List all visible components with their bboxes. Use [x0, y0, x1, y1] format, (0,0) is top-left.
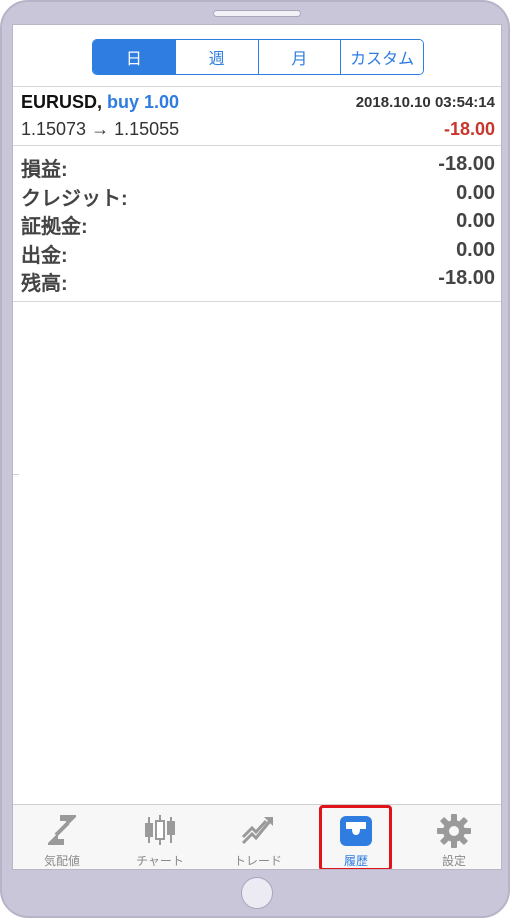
summary-label: 証拠金: [21, 216, 88, 238]
quotes-icon [48, 815, 76, 845]
divider [13, 145, 501, 146]
trade-icon [241, 817, 273, 845]
trade-row[interactable]: EURUSD, buy 1.00 2018.10.10 03:54:14 1.1… [13, 87, 501, 145]
nav-trade[interactable]: トレード [209, 805, 307, 869]
tab-day[interactable]: 日 [93, 40, 176, 74]
summary-value: 0.00 [456, 181, 495, 204]
summary-row-withdrawal: 出金: 0.00 [13, 237, 501, 267]
tab-month[interactable]: 月 [258, 40, 342, 74]
tab-custom[interactable]: カスタム [341, 40, 423, 74]
summary-row-credit: クレジット: 0.00 [13, 180, 501, 210]
nav-label: 設定 [441, 854, 466, 868]
summary-label: 損益: [21, 159, 68, 181]
nav-label: 気配値 [43, 854, 80, 868]
trade-symbol-line: EURUSD, buy 1.00 [21, 92, 179, 113]
summary-label: クレジット: [21, 187, 128, 210]
edge-mark [13, 474, 19, 475]
trade-profit: -18.00 [443, 119, 495, 139]
trade-timestamp: 2018.10.10 03:54:14 [355, 94, 495, 111]
nav-settings[interactable]: 設定 [405, 805, 501, 869]
summary-value: 0.00 [456, 238, 495, 261]
tab-week[interactable]: 週 [175, 40, 259, 74]
home-button[interactable] [241, 877, 273, 909]
nav-history[interactable]: 履歴 [307, 805, 405, 869]
summary-value: 0.00 [456, 210, 495, 232]
nav-chart[interactable]: チャート [111, 805, 209, 869]
speaker-slot [213, 10, 301, 17]
trade-side: buy 1.00 [107, 92, 180, 112]
summary-value: -18.00 [438, 267, 495, 289]
bottom-nav: 気配値 チャート トレード 履歴 設定 [13, 804, 501, 869]
nav-label: トレード [233, 854, 282, 868]
summary-value: -18.00 [438, 153, 495, 175]
summary-row-balance: 残高: -18.00 [13, 265, 501, 295]
summary-label: 残高: [21, 273, 68, 295]
trade-symbol: EURUSD, [21, 92, 103, 112]
summary-list: 損益: -18.00 クレジット: 0.00 証拠金: 0.00 出金: 0.0… [13, 151, 501, 295]
nav-quotes[interactable]: 気配値 [13, 805, 111, 869]
nav-label: チャート [136, 854, 184, 868]
gear-icon [437, 814, 471, 848]
summary-row-profit: 損益: -18.00 [13, 151, 501, 181]
period-segmented-control: 日 週 月 カスタム [92, 39, 424, 75]
summary-label: 出金: [21, 244, 68, 267]
summary-row-deposit: 証拠金: 0.00 [13, 208, 501, 238]
app-screen: 日 週 月 カスタム EURUSD, buy 1.00 2018.10.10 0… [12, 24, 502, 870]
phone-frame: 日 週 月 カスタム EURUSD, buy 1.00 2018.10.10 0… [0, 0, 510, 918]
trade-prices: 1.15073 → 1.15055 [21, 119, 180, 139]
divider [13, 301, 501, 302]
history-icon [340, 816, 372, 846]
chart-icon [145, 815, 175, 845]
nav-label: 履歴 [343, 854, 368, 868]
